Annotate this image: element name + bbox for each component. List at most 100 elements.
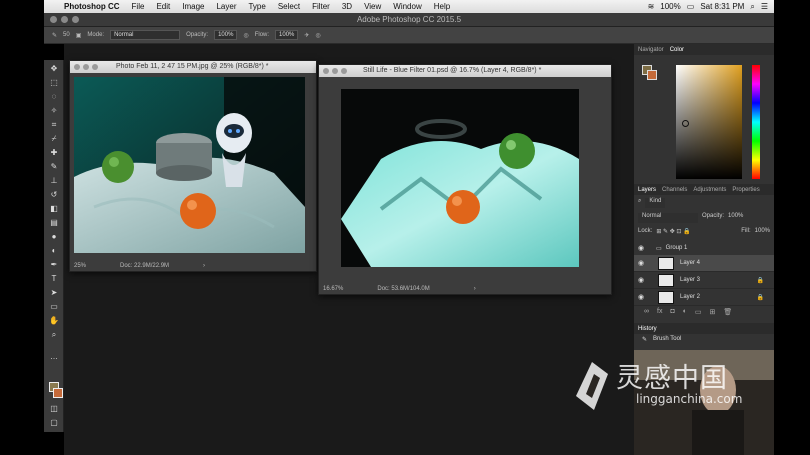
tab-adjustments[interactable]: Adjustments	[693, 187, 726, 193]
eraser-tool-icon[interactable]: ◧	[49, 204, 59, 214]
document-window-still-life[interactable]: Still Life - Blue Filter 01.psd @ 16.7% …	[318, 64, 612, 295]
status-arrow-icon[interactable]: ›	[474, 286, 476, 292]
tab-properties[interactable]: Properties	[732, 187, 759, 193]
move-tool-icon[interactable]: ✥	[49, 64, 59, 74]
crop-tool-icon[interactable]: ⌗	[49, 120, 59, 130]
filter-kind-icon[interactable]: ⌕	[638, 198, 641, 208]
clone-stamp-tool-icon[interactable]: ⊥	[49, 176, 59, 186]
path-select-tool-icon[interactable]: ➤	[49, 288, 59, 298]
menu-app[interactable]: Photoshop CC	[58, 2, 126, 11]
layer-row-layer2[interactable]: ◉ Layer 2 🔒	[634, 289, 774, 306]
clock[interactable]: Sat 8:31 PM	[700, 2, 744, 11]
menu-3d[interactable]: 3D	[336, 2, 358, 11]
still-life-canvas[interactable]	[341, 89, 579, 267]
blend-mode-select[interactable]: Normal	[638, 213, 698, 223]
menu-window[interactable]: Window	[387, 2, 427, 11]
dodge-tool-icon[interactable]: ◐	[49, 246, 59, 256]
menu-filter[interactable]: Filter	[306, 2, 336, 11]
doc-minimize-button[interactable]	[83, 64, 89, 70]
lasso-tool-icon[interactable]: ◌	[49, 92, 59, 102]
menu-type[interactable]: Type	[242, 2, 271, 11]
document-size[interactable]: Doc: 22.9M/22.9M	[120, 263, 169, 269]
background-swatch[interactable]	[647, 70, 657, 80]
opacity-field[interactable]: 100%	[728, 213, 743, 223]
mode-select[interactable]: Normal	[110, 30, 181, 40]
pressure-opacity-icon[interactable]: ◎	[243, 32, 248, 39]
menu-list-icon[interactable]: ☰	[761, 2, 768, 11]
visibility-eye-icon[interactable]: ◉	[634, 293, 648, 301]
fx-icon[interactable]: fx	[657, 308, 662, 318]
zoom-level[interactable]: 16.67%	[323, 286, 343, 292]
opacity-field[interactable]: 100%	[214, 30, 238, 40]
doc-close-button[interactable]	[74, 64, 80, 70]
quick-mask-icon[interactable]: ◫	[49, 404, 59, 414]
visibility-eye-icon[interactable]: ◉	[634, 244, 648, 252]
history-brush-tool-icon[interactable]: ↺	[49, 190, 59, 200]
menu-layer[interactable]: Layer	[210, 2, 242, 11]
tab-navigator[interactable]: Navigator	[638, 47, 664, 53]
wifi-icon[interactable]: ≋	[648, 2, 655, 11]
doc-close-button[interactable]	[323, 68, 329, 74]
zoom-level[interactable]: 25%	[74, 263, 86, 269]
adjustment-icon[interactable]: ◐	[683, 308, 687, 318]
battery-icon[interactable]: ▭	[687, 2, 695, 11]
pressure-size-icon[interactable]: ◎	[315, 32, 320, 39]
trash-icon[interactable]: 🗑	[723, 308, 732, 318]
layer-row-layer4[interactable]: ◉ Layer 4	[634, 255, 774, 272]
link-icon[interactable]: ∞	[644, 308, 649, 318]
brush-panel-icon[interactable]: ▣	[76, 32, 82, 39]
new-group-icon[interactable]: ▭	[695, 308, 702, 318]
hue-slider[interactable]	[752, 65, 760, 179]
tab-color[interactable]: Color	[670, 47, 684, 53]
shape-tool-icon[interactable]: ▭	[49, 302, 59, 312]
tab-channels[interactable]: Channels	[662, 187, 687, 193]
document-size[interactable]: Doc: 53.6M/104.0M	[377, 286, 429, 292]
doc-minimize-button[interactable]	[332, 68, 338, 74]
history-item[interactable]: ✎ Brush Tool	[642, 336, 681, 343]
menu-help[interactable]: Help	[428, 2, 456, 11]
flow-field[interactable]: 100%	[275, 30, 299, 40]
eyedropper-tool-icon[interactable]: ⌿	[49, 134, 59, 144]
visibility-eye-icon[interactable]: ◉	[634, 259, 648, 267]
fill-field[interactable]: 100%	[755, 228, 770, 238]
tab-history[interactable]: History	[638, 326, 657, 332]
layer-row-layer3[interactable]: ◉ Layer 3 🔒	[634, 272, 774, 289]
brush-tool-icon[interactable]: ✎	[49, 162, 59, 172]
quick-select-tool-icon[interactable]: ✧	[49, 106, 59, 116]
tab-layers[interactable]: Layers	[638, 187, 656, 193]
screen-mode-icon[interactable]: ▢	[49, 418, 59, 428]
gradient-tool-icon[interactable]: ▤	[49, 218, 59, 228]
doc-zoom-button[interactable]	[92, 64, 98, 70]
new-layer-icon[interactable]: ⊞	[710, 308, 716, 318]
marquee-tool-icon[interactable]: ⬚	[49, 78, 59, 88]
pen-tool-icon[interactable]: ✒	[49, 260, 59, 270]
brush-size[interactable]: 50	[63, 32, 70, 38]
menu-edit[interactable]: Edit	[150, 2, 176, 11]
menu-image[interactable]: Image	[176, 2, 210, 11]
airbrush-icon[interactable]: ✈	[304, 32, 309, 39]
document-tab-still-life[interactable]: Still Life - Blue Filter 01.psd @ 16.7% …	[319, 65, 611, 77]
type-tool-icon[interactable]: T	[49, 274, 59, 284]
status-arrow-icon[interactable]: ›	[203, 263, 205, 269]
document-status-bar: 16.67% Doc: 53.6M/104.0M ›	[319, 284, 611, 294]
zoom-tool-icon[interactable]: ⌕	[49, 330, 59, 340]
document-tab-photo[interactable]: Photo Feb 11, 2 47 15 PM.jpg @ 25% (RGB/…	[70, 61, 316, 73]
menu-select[interactable]: Select	[272, 2, 306, 11]
photo-canvas[interactable]	[74, 77, 305, 253]
healing-tool-icon[interactable]: ✚	[49, 148, 59, 158]
visibility-eye-icon[interactable]: ◉	[634, 276, 648, 284]
menu-file[interactable]: File	[126, 2, 151, 11]
filter-kind-select[interactable]: Kind	[645, 198, 666, 208]
blur-tool-icon[interactable]: ●	[49, 232, 59, 242]
document-window-photo[interactable]: Photo Feb 11, 2 47 15 PM.jpg @ 25% (RGB/…	[69, 60, 317, 272]
lock-icons[interactable]: ⊞ ✎ ✥ ⊡ 🔒	[656, 228, 690, 238]
hand-tool-icon[interactable]: ✋	[49, 316, 59, 326]
search-icon[interactable]: ⌕	[750, 2, 754, 12]
mask-icon[interactable]: ◘	[670, 308, 674, 318]
doc-zoom-button[interactable]	[341, 68, 347, 74]
menu-view[interactable]: View	[358, 2, 387, 11]
brush-tool-icon[interactable]: ✎	[52, 32, 57, 39]
battery-percent[interactable]: 100%	[660, 2, 680, 11]
more-tools-icon[interactable]: …	[49, 352, 59, 362]
background-color-swatch[interactable]	[53, 388, 63, 398]
